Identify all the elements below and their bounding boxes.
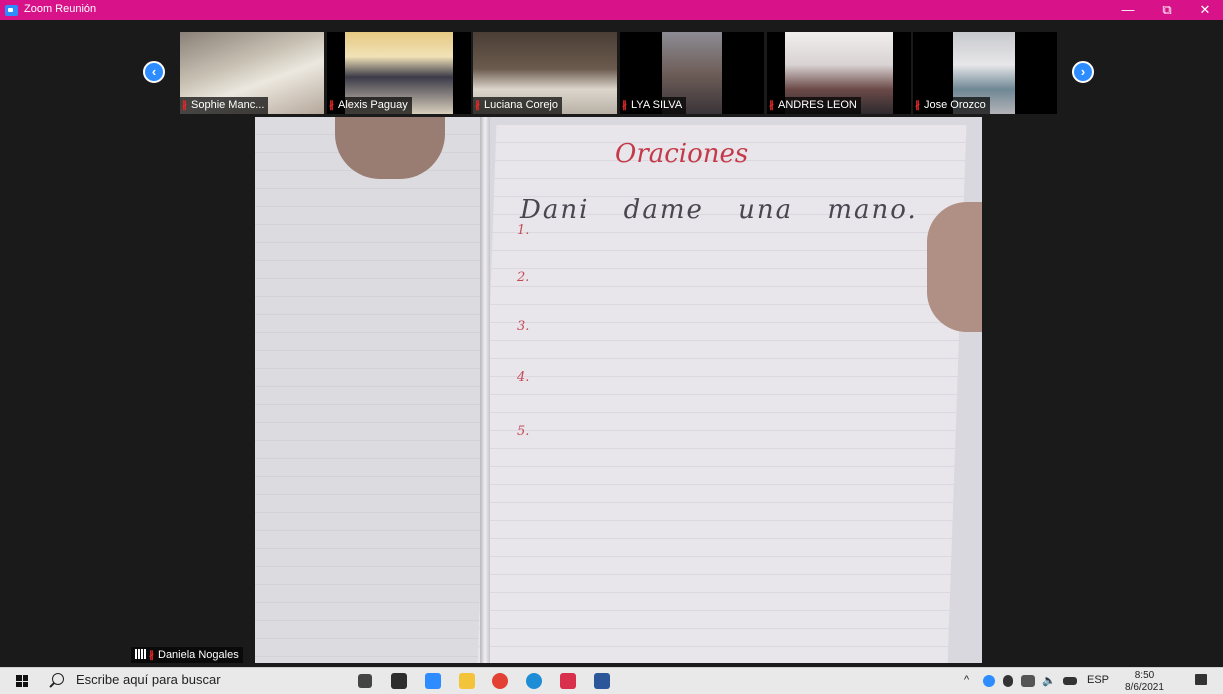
tray-zoom-icon[interactable]: [983, 675, 995, 687]
photos-icon[interactable]: [560, 673, 576, 689]
mic-muted-icon: ∦: [622, 100, 627, 111]
gallery-prev-button[interactable]: ‹: [143, 61, 165, 83]
participant-name-label: ∦ LYA SILVA: [620, 97, 687, 114]
mic-muted-icon: ∦: [149, 650, 154, 661]
participant-tile[interactable]: ∦ Luciana Corejo: [473, 32, 617, 114]
tray-chevron-icon[interactable]: ^: [964, 674, 969, 686]
notebook-left-page: [255, 117, 485, 663]
hand-fingers: [927, 202, 982, 332]
participant-tile[interactable]: ∦ Alexis Paguay: [327, 32, 471, 114]
taskbar-search[interactable]: Escribe aquí para buscar: [52, 672, 221, 687]
close-button[interactable]: ✕: [1190, 0, 1220, 20]
active-speaker-video: Oraciones Dani dame una mano. 1. 2. 3. 4…: [255, 117, 982, 663]
edge-icon[interactable]: [526, 673, 542, 689]
active-speaker-name: ∦ Daniela Nogales: [131, 647, 243, 663]
line-number: 2.: [517, 270, 530, 285]
line-number: 3.: [517, 319, 530, 334]
line-number: 5.: [517, 424, 530, 439]
chrome-icon[interactable]: [492, 673, 508, 689]
participant-tile[interactable]: ∦ Sophie Manc...: [180, 32, 324, 114]
mic-muted-icon: ∦: [915, 100, 920, 111]
file-explorer-icon[interactable]: [459, 673, 475, 689]
store-icon[interactable]: [391, 673, 407, 689]
task-view-icon[interactable]: [358, 674, 372, 688]
mic-muted-icon: ∦: [182, 100, 187, 111]
taskbar-clock[interactable]: 8:50 8/6/2021: [1125, 670, 1164, 694]
zoom-app-icon: [5, 5, 18, 16]
notebook-spine: [480, 117, 490, 663]
windows-taskbar: Escribe aquí para buscar ^ 🔈 ESP 8:50 8/…: [0, 667, 1223, 694]
participant-name-label: ∦ Jose Orozco: [913, 97, 990, 114]
windows-start-icon[interactable]: [16, 675, 28, 687]
signal-strength-icon: [135, 649, 146, 659]
notification-app-icon[interactable]: [1021, 675, 1035, 687]
battery-icon[interactable]: [1063, 677, 1077, 685]
participant-name-label: ∦ Alexis Paguay: [327, 97, 412, 114]
language-indicator[interactable]: ESP: [1087, 674, 1109, 686]
participant-name-label: ∦ Sophie Manc...: [180, 97, 269, 114]
minimize-button[interactable]: —: [1113, 0, 1143, 20]
restore-button[interactable]: ⧉: [1152, 0, 1182, 20]
volume-icon[interactable]: 🔈: [1042, 674, 1056, 687]
window-title: Zoom Reunión: [24, 3, 97, 15]
action-center-icon[interactable]: [1195, 674, 1207, 685]
clock-date: 8/6/2021: [1125, 682, 1164, 693]
mic-muted-icon: ∦: [329, 100, 334, 111]
mic-muted-icon: ∦: [475, 100, 480, 111]
participant-name-label: ∦ ANDRES LEON: [767, 97, 861, 114]
participant-name-label: ∦ Luciana Corejo: [473, 97, 562, 114]
participant-tile[interactable]: ∦ LYA SILVA: [620, 32, 764, 114]
notebook-sentence: Dani dame una mano.: [520, 195, 918, 225]
window-titlebar: Zoom Reunión — ⧉ ✕: [0, 0, 1223, 20]
word-icon[interactable]: [594, 673, 610, 689]
microphone-icon[interactable]: [1003, 675, 1013, 687]
participant-tile[interactable]: ∦ ANDRES LEON: [767, 32, 911, 114]
line-number: 4.: [517, 370, 530, 385]
zoom-taskbar-icon[interactable]: [425, 673, 441, 689]
gallery-next-button[interactable]: ›: [1072, 61, 1094, 83]
search-icon: [52, 673, 64, 685]
line-number: 1.: [517, 223, 530, 238]
participant-tile[interactable]: ∦ Jose Orozco: [913, 32, 1057, 114]
clock-time: 8:50: [1134, 670, 1155, 681]
mic-muted-icon: ∦: [769, 100, 774, 111]
notebook-title: Oraciones: [615, 139, 749, 169]
